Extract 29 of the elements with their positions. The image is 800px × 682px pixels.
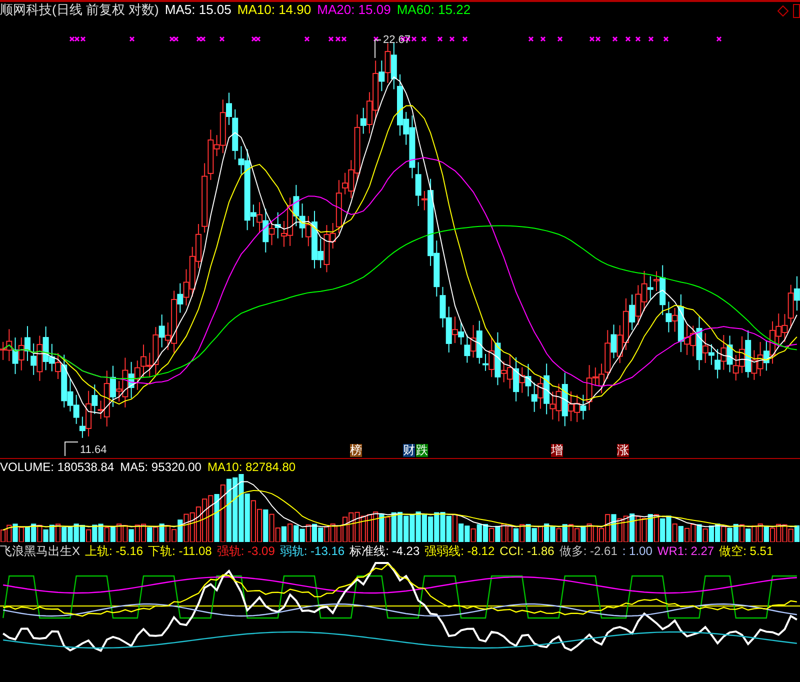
indicator-value: MA60: 15.22 <box>396 1 471 20</box>
high-price-label: 22.67 <box>383 33 411 48</box>
indicator-value: : 1.00 <box>622 543 652 560</box>
indicator-value: MA20: 15.09 <box>317 1 391 20</box>
event-tag[interactable]: 财 <box>403 444 415 457</box>
event-tag[interactable]: 跌 <box>416 444 428 457</box>
indicator-value: WR1: 2.27 <box>657 543 714 560</box>
indicator-name: 飞浪黑马出生X <box>0 543 80 560</box>
indicator-value: MA10: 14.90 <box>237 1 312 20</box>
indicator-value: MA5: 15.05 <box>164 1 232 20</box>
indicator-value: 下轨: -11.08 <box>148 543 212 560</box>
indicator-value: MA10: 82784.80 <box>207 458 296 476</box>
indicator-value: VOLUME: 180538.84 <box>0 458 114 476</box>
indicator-value: 强轨: -3.09 <box>216 543 275 560</box>
panel-icon[interactable] <box>793 4 800 18</box>
diamond-icon[interactable] <box>777 5 789 17</box>
indicator-value: 弱轨: -13.16 <box>280 543 345 560</box>
low-price-label: 11.64 <box>80 443 107 458</box>
indicator-value: CCI: -1.86 <box>500 543 554 560</box>
event-tag[interactable]: 涨 <box>617 444 629 457</box>
indicator-value: 上轨: -5.16 <box>85 543 144 560</box>
indicator-value: 强弱线: -8.12 <box>424 543 495 560</box>
event-tag[interactable]: 榜 <box>350 444 362 457</box>
event-tag[interactable]: 增 <box>551 444 563 457</box>
chart-title: 顺网科技(日线 前复权 对数) <box>0 1 159 20</box>
indicator-value: 标准线: -4.23 <box>350 543 420 560</box>
indicator-value: MA5: 95320.00 <box>120 458 202 476</box>
indicator-value: 做多: -2.61 <box>559 543 618 560</box>
indicator-value: 做空: 5.51 <box>719 543 774 560</box>
